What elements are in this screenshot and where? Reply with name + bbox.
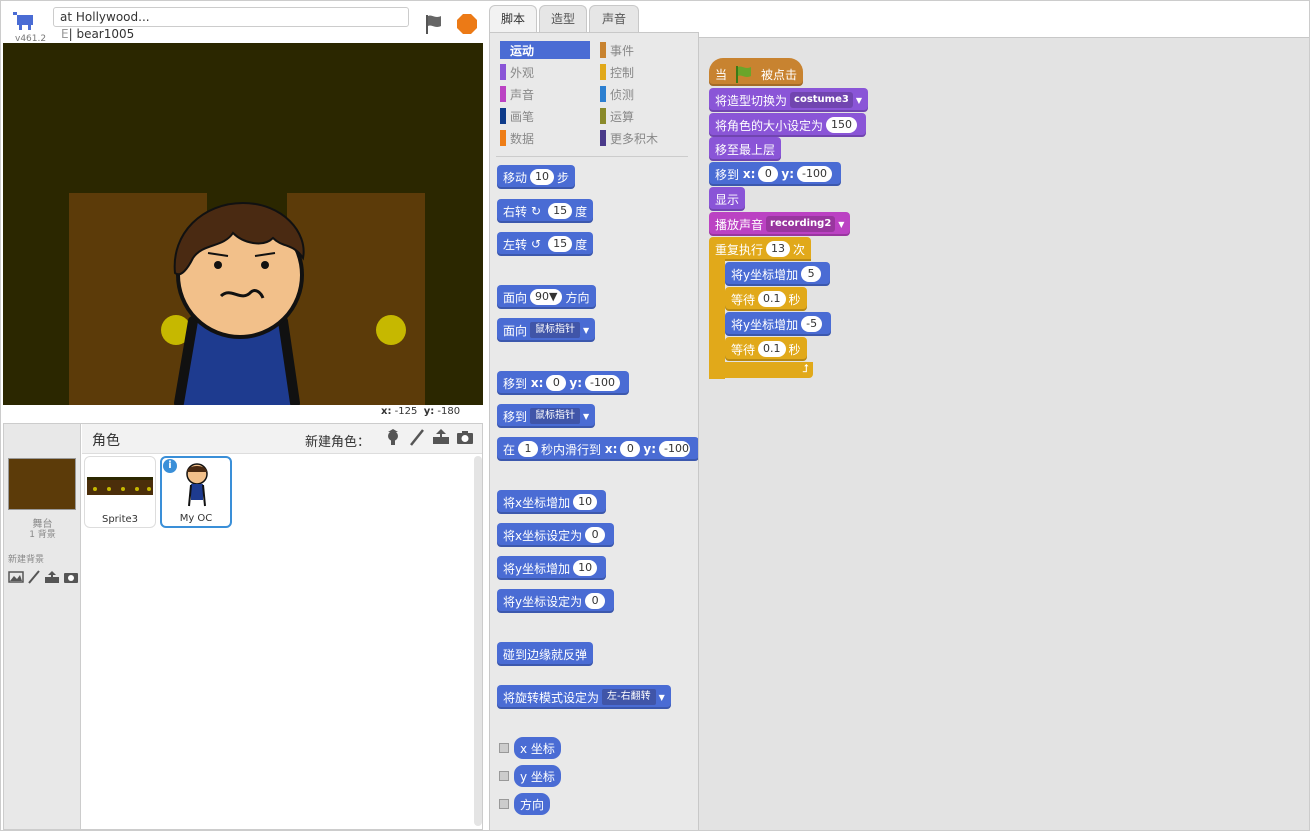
block-when-flag-clicked[interactable]: 当 被点击	[709, 58, 804, 86]
sprite-list: Sprite3 i My OC	[82, 456, 472, 826]
green-flag-icon[interactable]	[423, 13, 445, 35]
stage-scene	[3, 43, 483, 405]
mouse-x: -125	[394, 406, 418, 417]
category-data[interactable]: 数据	[500, 129, 534, 147]
script-area[interactable]: 当 被点击 将造型切换为 costume3 ▼ 将角色的大小设定为 150 移至最上层…	[699, 37, 1309, 830]
scratch-editor: v461.2 E| bear1005	[0, 0, 1310, 831]
stop-sign-icon[interactable]	[457, 14, 477, 34]
sprite-name: My OC	[179, 513, 213, 524]
block-move[interactable]: 移动 10 步	[497, 165, 576, 189]
tab-sounds[interactable]: 声音	[589, 5, 639, 33]
rotate-cw-icon: ↻	[531, 204, 542, 218]
reporter-y-position[interactable]: y 坐标	[514, 765, 561, 787]
checkbox-y-position[interactable]	[499, 771, 509, 781]
repeat-foot: ⮥	[709, 362, 813, 378]
logo-icon	[13, 12, 33, 30]
block-turn-right[interactable]: 右转 ↻ 15 度	[497, 199, 594, 223]
category-looks[interactable]: 外观	[500, 63, 534, 81]
category-divider	[496, 156, 688, 157]
checkbox-direction[interactable]	[499, 799, 509, 809]
upload-icon[interactable]	[432, 428, 450, 446]
block-set-x[interactable]: 将x坐标设定为 0	[497, 523, 615, 547]
category-pen[interactable]: 画笔	[500, 107, 534, 125]
author-name: bear1005	[76, 27, 135, 41]
block-show[interactable]: 显示	[709, 187, 746, 211]
tab-costumes[interactable]: 造型	[539, 5, 587, 33]
category-more-blocks[interactable]: 更多积木	[600, 129, 658, 147]
backdrop-count: 1 背景	[29, 530, 56, 540]
sprite-pane: 舞台 1 背景 新建背景 角色 新建角色： Sprite3 i My OC	[3, 423, 483, 830]
backdrop-icons	[8, 570, 80, 586]
block-repeat[interactable]: 重复执行 13 次	[709, 237, 812, 261]
block-go-to-front[interactable]: 移至最上层	[709, 137, 782, 161]
paint-brush-icon[interactable]	[27, 570, 41, 584]
camera-icon[interactable]	[456, 428, 474, 446]
stage-thumbnail[interactable]	[8, 458, 76, 510]
block-turn-left[interactable]: 左转 ↺ 15 度	[497, 232, 594, 256]
category-list: 运动 外观 声音 画笔 数据 事件 控制 侦测 运算 更多积木	[490, 33, 698, 158]
mouse-coords: x: -125 y: -180	[381, 406, 461, 417]
block-rotation-style[interactable]: 将旋转模式设定为 左-右翻转 ▼	[497, 685, 671, 709]
sprite3-thumbnail	[87, 477, 153, 495]
author-sep: E	[61, 27, 69, 41]
block-switch-costume[interactable]: 将造型切换为 costume3 ▼	[709, 88, 868, 112]
block-palette: 运动 外观 声音 画笔 数据 事件 控制 侦测 运算 更多积木 移动 10 步 右转…	[489, 32, 699, 830]
category-control[interactable]: 控制	[600, 63, 634, 81]
block-change-y[interactable]: 将y坐标增加 10	[497, 556, 607, 580]
upload-icon[interactable]	[44, 570, 60, 584]
checkbox-x-position[interactable]	[499, 743, 509, 753]
block-goto[interactable]: 移到 鼠标指针 ▼	[497, 404, 596, 428]
block-bounce[interactable]: 碰到边缘就反弹	[497, 642, 594, 666]
new-backdrop-label: 新建背景	[8, 555, 45, 565]
sprite-name: Sprite3	[101, 514, 139, 525]
category-motion[interactable]: 运动	[500, 41, 590, 59]
category-sound[interactable]: 声音	[500, 85, 534, 103]
sprite-tile-sprite3[interactable]: Sprite3	[84, 456, 156, 528]
green-flag-icon	[736, 66, 752, 83]
category-events[interactable]: 事件	[600, 41, 634, 59]
new-sprite-label: 新建角色：	[305, 435, 371, 450]
block-goto-xy[interactable]: 移到 x: 0 y: -100	[497, 371, 629, 395]
category-sensing[interactable]: 侦测	[600, 85, 634, 103]
new-sprite-icons	[384, 428, 474, 446]
block-glide[interactable]: 在 1 秒内滑行到 x: 0 y: -100	[497, 437, 698, 461]
rotate-ccw-icon: ↺	[531, 237, 542, 251]
sprite-header: 角色 新建角色：	[82, 424, 482, 454]
stage-column[interactable]: 舞台 1 背景 新建背景	[4, 424, 81, 829]
block-play-sound[interactable]: 播放声音 recording2 ▼	[709, 212, 851, 236]
sprite-library-icon[interactable]	[384, 428, 402, 446]
camera-icon[interactable]	[63, 570, 79, 584]
reporter-direction[interactable]: 方向	[514, 793, 551, 815]
editor-tabs: 脚本 造型 声音	[489, 5, 1309, 33]
stage-canvas[interactable]	[3, 43, 483, 405]
mouse-y: -180	[437, 406, 461, 417]
stage-header: v461.2 E| bear1005	[1, 1, 486, 44]
category-operators[interactable]: 运算	[600, 107, 634, 125]
reporter-x-position[interactable]: x 坐标	[514, 737, 561, 759]
sprite-scrollbar[interactable]	[474, 456, 482, 826]
repeat-arm	[709, 259, 725, 379]
project-title-input[interactable]	[53, 7, 409, 27]
block-change-x[interactable]: 将x坐标增加 10	[497, 490, 607, 514]
block-wait[interactable]: 等待 0.1 秒	[725, 287, 807, 311]
image-library-icon[interactable]	[8, 570, 24, 584]
block-point-direction[interactable]: 面向 90▼ 方向	[497, 285, 596, 309]
block-set-size[interactable]: 将角色的大小设定为 150	[709, 113, 867, 137]
repeat-arrow-icon: ⮥	[802, 362, 810, 375]
block-change-y[interactable]: 将y坐标增加 -5	[725, 312, 832, 336]
tab-scripts[interactable]: 脚本	[489, 5, 537, 33]
my-oc-thumbnail	[186, 463, 208, 507]
author-line: E| bear1005	[61, 27, 135, 41]
block-point-towards[interactable]: 面向 鼠标指针 ▼	[497, 318, 596, 342]
block-set-y[interactable]: 将y坐标设定为 0	[497, 589, 615, 613]
sprite-tile-my-oc[interactable]: i My OC	[160, 456, 232, 528]
sprites-title: 角色	[92, 433, 120, 449]
block-wait[interactable]: 等待 0.1 秒	[725, 337, 807, 361]
block-goto-xy[interactable]: 移到 x: 0 y: -100	[709, 162, 841, 186]
paint-brush-icon[interactable]	[408, 428, 426, 446]
block-change-y[interactable]: 将y坐标增加 5	[725, 262, 831, 286]
